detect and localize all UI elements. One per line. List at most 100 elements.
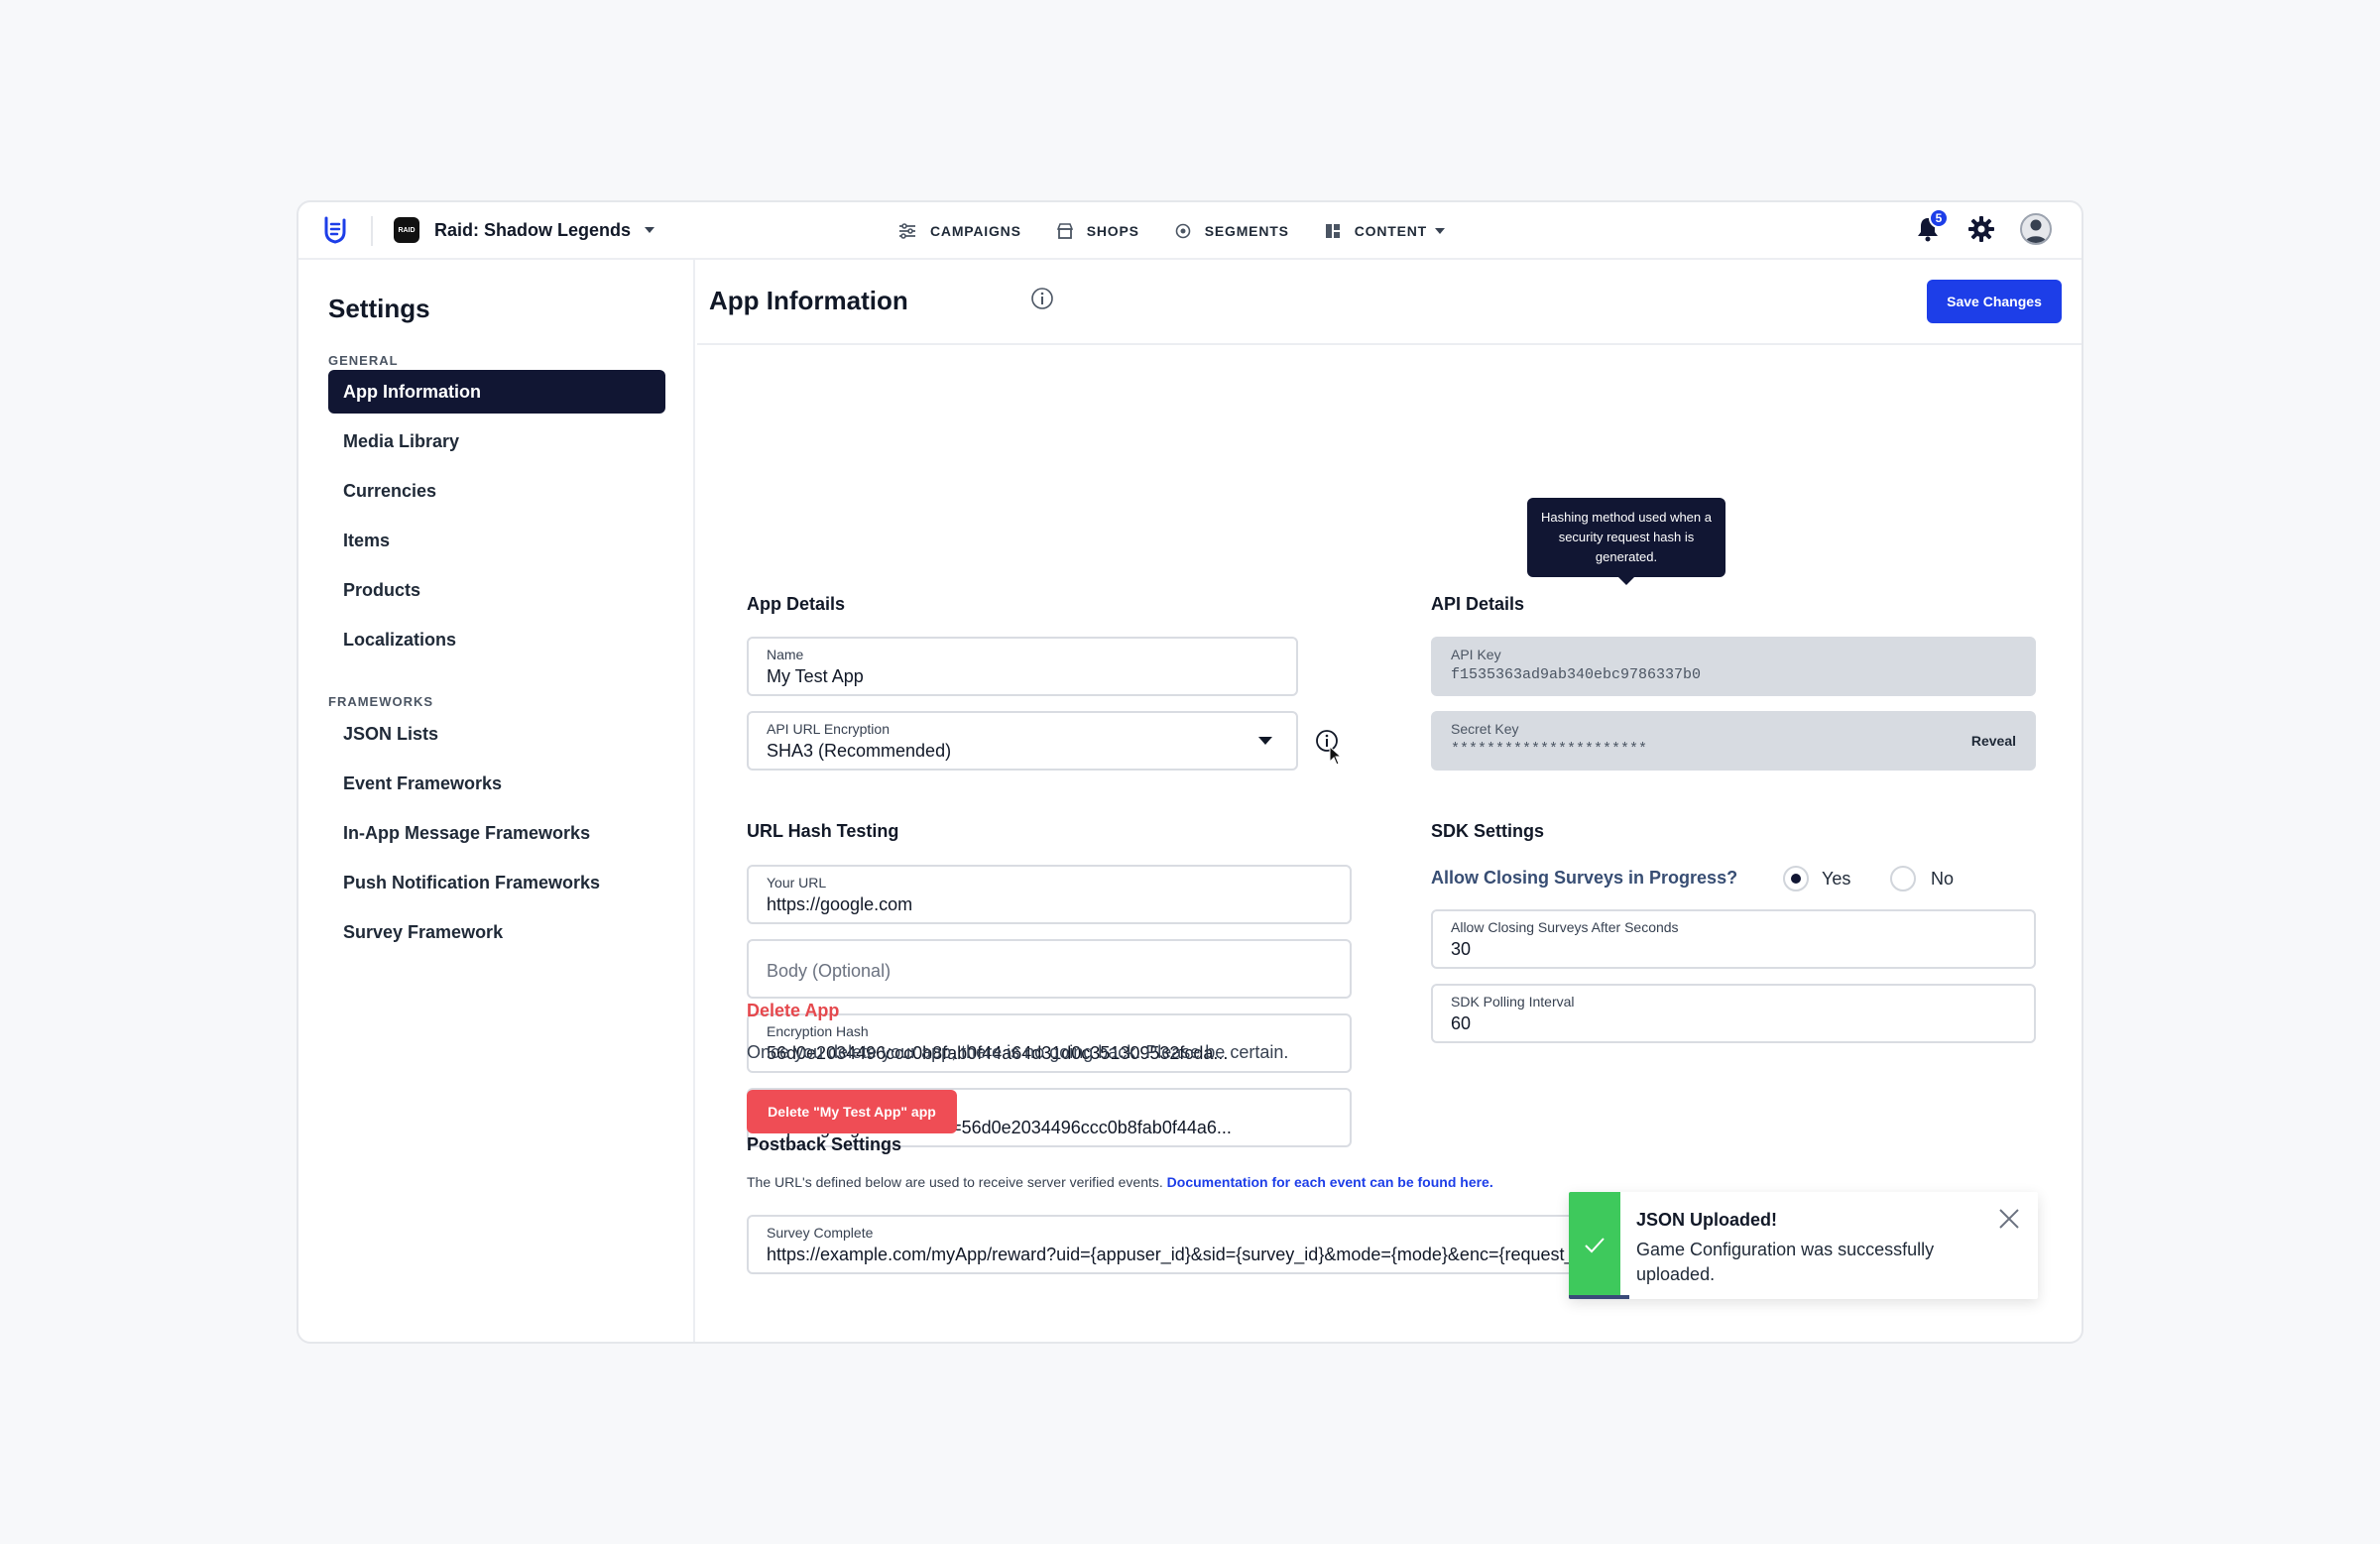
- nav-campaigns-label: CAMPAIGNS: [930, 223, 1021, 239]
- radio-no-label: No: [1931, 869, 1955, 889]
- toast-title: JSON Uploaded!: [1636, 1210, 1778, 1230]
- app-window: RAID Raid: Shadow Legends CAMPAIGNS SHOP…: [297, 200, 2083, 1344]
- sidebar-item-app-information[interactable]: App Information: [328, 370, 665, 414]
- api-key-value: f1535363ad9ab340ebc9786337b0: [1451, 666, 1702, 683]
- api-key-field[interactable]: API Key f1535363ad9ab340ebc9786337b0: [1431, 637, 2036, 696]
- after-seconds-value: 30: [1451, 939, 1472, 959]
- gear-icon: [1968, 216, 1994, 242]
- sidebar-item-in-app-message-frameworks[interactable]: In-App Message Frameworks: [328, 811, 665, 855]
- polling-interval-label: SDK Polling Interval: [1451, 994, 1575, 1010]
- encryption-value: SHA3 (Recommended): [767, 741, 952, 761]
- sidebar-item-json-lists[interactable]: JSON Lists: [328, 712, 665, 756]
- sidebar-title: Settings: [328, 294, 430, 323]
- sidebar-item-currencies[interactable]: Currencies: [328, 469, 665, 513]
- api-details-title: API Details: [1431, 594, 1525, 614]
- app-name: Raid: Shadow Legends: [434, 219, 632, 240]
- notifications-button[interactable]: 5: [1911, 208, 1949, 246]
- sliders-icon: [899, 223, 915, 239]
- toast-notification: JSON Uploaded! Game Configuration was su…: [1569, 1192, 2038, 1299]
- page-title: App Information: [709, 286, 908, 315]
- sidebar-item-localizations[interactable]: Localizations: [328, 618, 665, 661]
- your-url-field[interactable]: Your URL https://google.com: [747, 865, 1352, 924]
- delete-app-title: Delete App: [747, 1001, 840, 1020]
- allow-closing-question: Allow Closing Surveys in Progress?: [1431, 868, 1738, 888]
- settings-sidebar: Settings GENERAL App Information Media L…: [298, 260, 695, 1342]
- after-seconds-label: Allow Closing Surveys After Seconds: [1451, 919, 1679, 935]
- secret-key-label: Secret Key: [1451, 721, 1519, 737]
- save-changes-button[interactable]: Save Changes: [1927, 280, 2062, 323]
- page-header: App Information Save Changes: [697, 260, 2082, 345]
- app-thumbnail-icon: RAID: [394, 217, 419, 243]
- url-hash-title: URL Hash Testing: [747, 821, 899, 841]
- mouse-cursor-icon: [1329, 746, 1343, 766]
- toast-message: Game Configuration was successfully uplo…: [1636, 1240, 1935, 1284]
- app-switcher[interactable]: RAID Raid: Shadow Legends: [394, 215, 655, 245]
- main-content: App Information Save Changes App Details…: [697, 260, 2082, 1342]
- radio-no[interactable]: [1890, 866, 1916, 891]
- api-key-label: API Key: [1451, 647, 1501, 662]
- sidebar-item-survey-framework[interactable]: Survey Framework: [328, 910, 665, 954]
- info-icon[interactable]: [1030, 287, 1054, 310]
- documentation-link[interactable]: Documentation for each event can be foun…: [1167, 1174, 1493, 1190]
- sidebar-item-push-notification-frameworks[interactable]: Push Notification Frameworks: [328, 861, 665, 904]
- encryption-label: API URL Encryption: [767, 721, 890, 737]
- top-right-actions: 5: [1911, 208, 2052, 246]
- secret-key-value: **********************: [1451, 741, 1648, 758]
- nav-shops[interactable]: SHOPS: [1056, 223, 1139, 239]
- divider: [371, 216, 373, 246]
- delete-app-button[interactable]: Delete "My Test App" app: [747, 1090, 957, 1133]
- radio-yes[interactable]: [1783, 866, 1809, 891]
- body-field[interactable]: Body (Optional): [747, 939, 1352, 999]
- settings-button[interactable]: [1964, 212, 1998, 246]
- sidebar-item-event-frameworks[interactable]: Event Frameworks: [328, 762, 665, 805]
- your-url-value: https://google.com: [767, 894, 913, 914]
- app-details-title: App Details: [747, 594, 846, 614]
- secret-key-field[interactable]: Secret Key ********************** Reveal: [1431, 711, 2036, 771]
- postback-desc-text: The URL's defined below are used to rece…: [747, 1174, 1163, 1190]
- polling-interval-field[interactable]: SDK Polling Interval 60: [1431, 984, 2036, 1043]
- nav-segments[interactable]: SEGMENTS: [1175, 223, 1289, 239]
- radio-yes-label: Yes: [1822, 869, 1851, 889]
- encryption-tooltip: Hashing method used when a security requ…: [1527, 498, 1726, 585]
- nav-shops-label: SHOPS: [1086, 223, 1139, 239]
- name-field-label: Name: [767, 647, 804, 662]
- delete-app-text: Once you delete your app, there is no go…: [747, 1042, 1289, 1062]
- logo-icon[interactable]: [320, 214, 350, 244]
- after-seconds-field[interactable]: Allow Closing Surveys After Seconds 30: [1431, 909, 2036, 969]
- target-icon: [1175, 223, 1191, 239]
- sidebar-item-products[interactable]: Products: [328, 568, 665, 612]
- check-icon: [1585, 1238, 1605, 1253]
- postback-title: Postback Settings: [747, 1134, 902, 1154]
- nav-campaigns[interactable]: CAMPAIGNS: [898, 223, 1021, 239]
- name-field-value: My Test App: [767, 666, 864, 686]
- avatar[interactable]: [2020, 213, 2052, 245]
- name-field[interactable]: Name My Test App: [747, 637, 1298, 696]
- your-url-label: Your URL: [767, 875, 827, 891]
- chevron-down-icon: [1434, 228, 1445, 234]
- nav-content[interactable]: CONTENT: [1325, 223, 1445, 239]
- user-icon: [2025, 219, 2047, 243]
- encryption-hash-label: Encryption Hash: [767, 1023, 869, 1039]
- nav-segments-label: SEGMENTS: [1204, 223, 1289, 239]
- postback-description: The URL's defined below are used to rece…: [747, 1174, 1493, 1190]
- store-icon: [1056, 223, 1073, 239]
- reveal-button[interactable]: Reveal: [1971, 733, 2016, 749]
- nav-content-label: CONTENT: [1354, 223, 1427, 239]
- top-bar: RAID Raid: Shadow Legends CAMPAIGNS SHOP…: [298, 202, 2082, 260]
- grid-icon: [1325, 224, 1340, 238]
- toast-status-bar: [1569, 1192, 1620, 1299]
- polling-interval-value: 60: [1451, 1013, 1472, 1033]
- sidebar-item-items[interactable]: Items: [328, 519, 665, 562]
- body-placeholder: Body (Optional): [767, 961, 892, 981]
- notification-badge: 5: [1929, 208, 1949, 228]
- main-nav: CAMPAIGNS SHOPS SEGMENTS CONTENT: [898, 216, 1481, 246]
- chevron-down-icon: [645, 227, 655, 233]
- toast-progress-bar: [1569, 1295, 1630, 1299]
- sidebar-group-frameworks: FRAMEWORKS: [328, 694, 434, 709]
- sdk-settings-title: SDK Settings: [1431, 821, 1545, 841]
- sidebar-item-media-library[interactable]: Media Library: [328, 419, 665, 463]
- chevron-down-icon: [1258, 737, 1272, 745]
- api-url-encryption-select[interactable]: API URL Encryption SHA3 (Recommended): [747, 711, 1298, 771]
- close-icon[interactable]: [1998, 1208, 2020, 1230]
- sidebar-group-general: GENERAL: [328, 353, 399, 368]
